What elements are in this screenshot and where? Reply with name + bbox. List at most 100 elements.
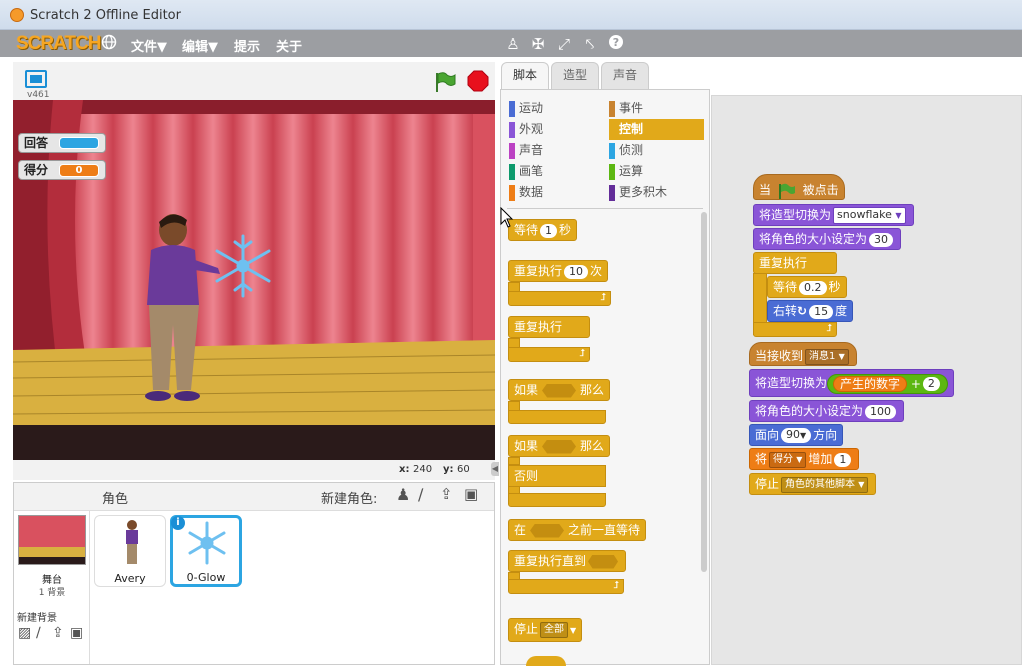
stop-sign-icon[interactable] (467, 70, 489, 95)
size-input[interactable]: 100 (865, 404, 897, 419)
palette-wait-block[interactable]: 等待 1 秒 (508, 219, 578, 241)
palette-forever-block[interactable]: 重复执行 (508, 316, 590, 338)
stop-dropdown[interactable]: 全部 (540, 621, 569, 638)
green-flag-icon[interactable] (433, 70, 457, 97)
svg-text:?: ? (613, 36, 619, 49)
camera-sprite-icon[interactable]: ▣ (464, 485, 478, 503)
random-variable-reporter[interactable]: 产生的数字 (833, 375, 908, 392)
switch-costume-random-block[interactable]: 将造型切换为 产生的数字 +2 (749, 369, 954, 397)
category-sound[interactable]: 声音 (509, 140, 604, 161)
block-text: 将 (755, 452, 768, 466)
repeat-input[interactable]: 10 (564, 264, 589, 279)
palette-repeat-until-block[interactable]: 重复执行直到 (508, 550, 627, 572)
block-text: 增加 (808, 452, 833, 466)
message-dropdown[interactable]: 消息1 ▼ (805, 348, 849, 365)
add-operator[interactable]: 产生的数字 +2 (827, 373, 948, 394)
block-text: 将造型切换为 (755, 376, 828, 390)
camera-backdrop-icon[interactable]: ▣ (70, 625, 83, 641)
size-input[interactable]: 30 (869, 232, 894, 247)
menu-tips[interactable]: 提示 (234, 36, 260, 55)
upload-backdrop-icon[interactable]: ⇪ (52, 625, 64, 641)
block-text: 当 (759, 183, 772, 197)
variable-dropdown[interactable]: 得分 ▼ (769, 451, 807, 468)
scripts-area[interactable]: 当 被点击 将造型切换为 snowflake ▼ 将角色的大小设定为 30 重复执行… (711, 95, 1022, 665)
costume-dropdown[interactable]: snowflake ▼ (833, 207, 906, 224)
menu-edit[interactable]: 编辑▼ (182, 36, 218, 55)
palette-scrollbar[interactable] (701, 212, 707, 572)
backdrop-library-icon[interactable]: ▨ (18, 625, 31, 641)
delete-tool-icon[interactable]: ✠ (528, 34, 548, 54)
fullscreen-icon[interactable] (25, 70, 47, 88)
tab-sounds[interactable]: 声音 (601, 62, 649, 89)
monitor-score[interactable]: 得分 0 (18, 160, 106, 180)
stop-dropdown[interactable]: 角色的其他脚本 ▼ (781, 476, 869, 493)
shrink-tool-icon[interactable]: ⤣ (580, 34, 600, 54)
palette-if-block[interactable]: 如果 那么 (508, 379, 611, 401)
grow-tool-icon[interactable]: ⤢ (554, 34, 574, 54)
palette-stop-block[interactable]: 停止 全部 ▼ (508, 618, 583, 642)
wait-input[interactable]: 1 (540, 223, 558, 238)
condition-slot[interactable] (588, 554, 619, 569)
category-operators[interactable]: 运算 (609, 161, 704, 182)
globe-icon[interactable] (99, 34, 119, 54)
stop-other-scripts-block[interactable]: 停止 角色的其他脚本 ▼ (749, 473, 877, 495)
palette-repeat-block[interactable]: 重复执行 10 次 (508, 260, 609, 282)
palette-wait-until-block[interactable]: 在 之前一直等待 (508, 519, 647, 541)
paint-backdrop-icon[interactable]: ∕ (36, 625, 41, 641)
set-size-block-2[interactable]: 将角色的大小设定为 100 (749, 400, 905, 422)
change-input[interactable]: 1 (834, 452, 852, 467)
category-data[interactable]: 数据 (509, 182, 604, 203)
palette-if-else-block[interactable]: 如果 那么 (508, 435, 611, 457)
point-direction-block[interactable]: 面向 90▼ 方向 (749, 424, 844, 446)
block-text: 重复执行 (514, 264, 563, 278)
menu-about[interactable]: 关于 (276, 36, 302, 55)
duplicate-tool-icon[interactable]: ♙ (503, 34, 523, 54)
block-palette: 运动 外观 声音 画笔 数据 事件 控制 侦测 运算 更多积木 等待 1 秒 重复执… (500, 89, 710, 666)
category-motion[interactable]: 运动 (509, 98, 604, 119)
help-tool-icon[interactable]: ? (606, 34, 626, 54)
sprite-tile-avery[interactable]: Avery (94, 515, 166, 587)
category-control[interactable]: 控制 (609, 119, 704, 140)
when-receive-block[interactable]: 当接收到 消息1 ▼ (749, 342, 857, 366)
category-looks[interactable]: 外观 (509, 119, 604, 140)
stage-thumbnail[interactable] (18, 515, 86, 565)
condition-slot[interactable] (530, 523, 565, 538)
addend-input[interactable]: 2 (922, 377, 940, 391)
direction-input[interactable]: 90▼ (781, 428, 812, 443)
wait-block[interactable]: 等待 0.2 秒 (767, 276, 847, 298)
sprite-tile-glow[interactable]: i 0-Glow (170, 515, 242, 587)
stage-thumbnail-panel: 舞台 1 背景 新建背景 ▨ ∕ ⇪ ▣ (14, 511, 90, 664)
when-flag-clicked-block[interactable]: 当 被点击 (753, 174, 845, 200)
block-text: 在 (514, 523, 527, 537)
choose-sprite-library-icon[interactable]: ♟ (396, 485, 410, 504)
avery-thumbnail (126, 520, 138, 564)
sprite-pane-header: 角色 新建角色: ♟ ∕ ⇪ ▣ (14, 483, 494, 511)
version-label: v461 (27, 90, 50, 100)
change-variable-block[interactable]: 将得分 ▼ 增加 1 (749, 448, 860, 470)
wait-input[interactable]: 0.2 (799, 280, 827, 295)
tab-scripts[interactable]: 脚本 (501, 62, 549, 90)
switch-costume-block[interactable]: 将造型切换为 snowflake ▼ (753, 204, 914, 226)
category-events[interactable]: 事件 (609, 98, 704, 119)
menu-file[interactable]: 文件▼ (131, 36, 167, 55)
control-color-bar (609, 121, 615, 138)
collapse-stage-handle[interactable]: ◀ (491, 462, 499, 476)
condition-slot[interactable] (542, 439, 577, 454)
category-more-blocks[interactable]: 更多积木 (609, 182, 704, 203)
paint-sprite-icon[interactable]: ∕ (418, 485, 423, 504)
forever-block[interactable]: 重复执行 (753, 252, 837, 274)
tab-costumes[interactable]: 造型 (551, 62, 599, 89)
condition-slot[interactable] (542, 383, 577, 398)
category-pen[interactable]: 画笔 (509, 161, 604, 182)
sprite-info-icon[interactable]: i (171, 516, 185, 530)
category-label: 侦测 (619, 143, 644, 157)
turn-right-block[interactable]: 右转↻ 15 度 (767, 300, 854, 322)
upload-sprite-icon[interactable]: ⇪ (440, 485, 453, 503)
set-size-block[interactable]: 将角色的大小设定为 30 (753, 228, 902, 250)
category-sensing[interactable]: 侦测 (609, 140, 704, 161)
scratch-logo[interactable]: SCRATCH (16, 33, 101, 55)
plus-sign: + (910, 376, 921, 391)
turn-input[interactable]: 15 (809, 304, 834, 319)
monitor-answer[interactable]: 回答 (18, 133, 106, 153)
stage-canvas[interactable]: 回答 得分 0 (13, 100, 495, 460)
